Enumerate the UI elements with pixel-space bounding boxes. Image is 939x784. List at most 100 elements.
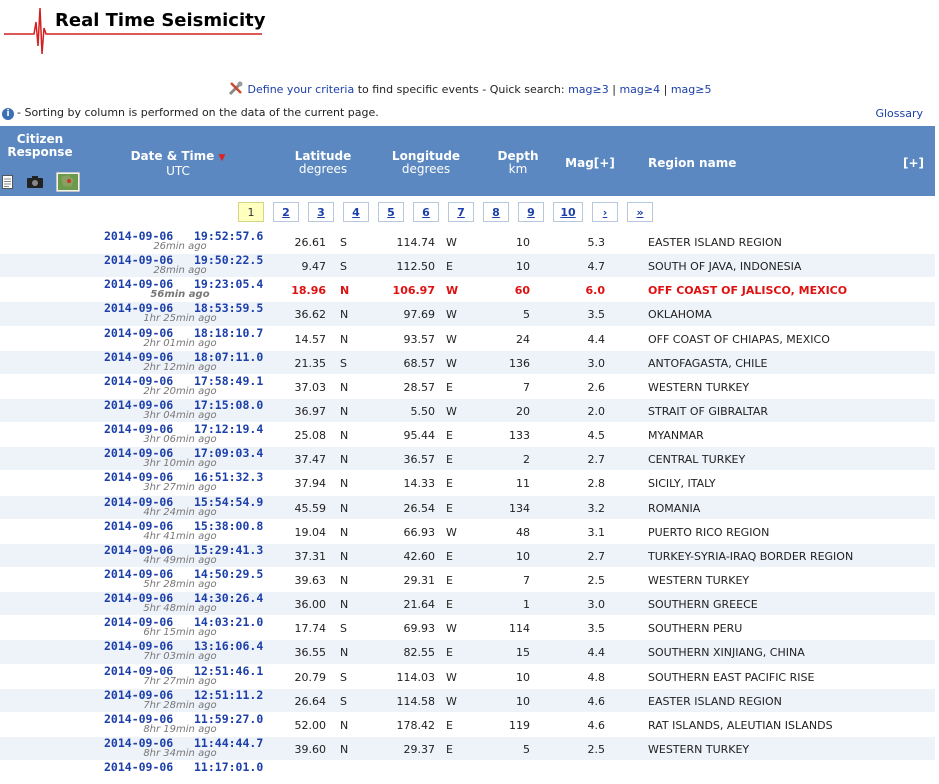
event-region: STRAIT OF GIBRALTAR	[648, 404, 769, 418]
event-lon-hemisphere: W	[446, 670, 457, 684]
page-link[interactable]: 6	[413, 202, 439, 222]
event-magnitude: 2.0	[587, 404, 606, 418]
page-link[interactable]: 3	[308, 202, 334, 222]
page-link[interactable]: 2	[273, 202, 299, 222]
page-link[interactable]: 5	[378, 202, 404, 222]
event-magnitude: 3.5	[587, 622, 606, 636]
event-magnitude: 4.4	[587, 332, 606, 346]
table-row[interactable]: 2014-09-06 12:51:46.1 7hr 27min ago 20.79 S…	[0, 663, 935, 688]
table-row[interactable]: 2014-09-06 11:44:44.7 8hr 34min ago 39.60 N…	[0, 735, 935, 761]
event-latitude: 37.47	[294, 453, 327, 467]
event-age: 3hr 06min ago	[143, 434, 217, 446]
next-page-button[interactable]: ›	[592, 202, 618, 222]
col-longitude[interactable]: Longitude degrees	[381, 150, 471, 176]
table-row[interactable]: 2014-09-06 18:53:59.5 1hr 25min ago 36.62 N…	[0, 301, 935, 326]
event-age: 3hr 04min ago	[143, 409, 217, 421]
table-row[interactable]: 2014-09-06 14:30:26.4 5hr 48min ago 36.00 N…	[0, 591, 935, 616]
table-row[interactable]: 2014-09-06 19:52:57.6 26min ago 26.61 S 114.…	[0, 229, 935, 253]
col-latitude[interactable]: Latitude degrees	[283, 150, 363, 176]
event-magnitude: 3.0	[587, 356, 606, 370]
col-lon-sub: degrees	[401, 162, 451, 176]
event-latitude: 36.62	[294, 308, 327, 322]
page-link[interactable]: 4	[343, 202, 369, 222]
site-logo[interactable]: Real Time Seismicity	[0, 0, 280, 60]
event-lat-hemisphere: N	[340, 453, 349, 467]
event-magnitude: 4.6	[587, 718, 606, 732]
event-lon-hemisphere: E	[446, 742, 453, 756]
event-lat-hemisphere: N	[340, 477, 349, 491]
quick-mag4-link[interactable]: mag≥4	[619, 83, 660, 96]
table-row[interactable]: 2014-09-06 17:12:19.4 3hr 06min ago 25.08 N…	[0, 422, 935, 446]
table-row[interactable]: 2014-09-06 12:51:11.2 7hr 28min ago 26.64 S…	[0, 687, 935, 712]
event-longitude: 114.58	[396, 694, 436, 708]
event-longitude: 97.69	[403, 308, 436, 322]
event-depth: 5	[523, 742, 530, 756]
event-latitude: 19.04	[294, 525, 327, 539]
event-lat-hemisphere: N	[340, 308, 349, 322]
event-region: SOUTHERN XINJIANG, CHINA	[648, 646, 805, 660]
col-date-time[interactable]: Date & Time ▼ UTC	[118, 150, 238, 178]
event-lat-hemisphere: N	[340, 525, 349, 539]
event-lat-hemisphere: S	[340, 260, 347, 274]
event-datetime-link[interactable]: 2014-09-06 11:17:01.0	[104, 761, 263, 773]
event-age: 26min ago	[153, 241, 207, 252]
event-latitude: 18.96	[291, 284, 326, 298]
event-lon-hemisphere: E	[446, 718, 453, 732]
event-age: 4hr 49min ago	[143, 554, 217, 566]
event-latitude: 36.55	[294, 646, 327, 660]
criteria-text: to find specific events - Quick search:	[357, 83, 565, 96]
table-row[interactable]: 2014-09-06 13:16:06.4 7hr 03min ago 36.55 N…	[0, 639, 935, 664]
glossary-link[interactable]: Glossary	[875, 107, 923, 120]
map-icon[interactable]	[55, 171, 81, 195]
expand-columns-button[interactable]: [+]	[896, 157, 931, 170]
table-row[interactable]: 2014-09-06 15:29:41.3 4hr 49min ago 37.31 N…	[0, 542, 935, 567]
event-longitude: 95.44	[403, 429, 436, 443]
table-row[interactable]: 2014-09-06 15:54:54.9 4hr 24min ago 45.59 N…	[0, 494, 935, 519]
event-lat-hemisphere: N	[340, 284, 350, 298]
event-latitude: 21.35	[294, 356, 327, 370]
event-age: 2hr 01min ago	[143, 337, 217, 349]
table-row[interactable]: 2014-09-06 15:38:00.8 4hr 41min ago 19.04 N…	[0, 518, 935, 543]
table-row[interactable]: 2014-09-06 11:17:01.0	[0, 760, 935, 784]
citizen-response-icons	[0, 171, 81, 195]
table-row[interactable]: 2014-09-06 17:15:08.0 3hr 04min ago 36.97 N…	[0, 397, 935, 423]
event-age: 2hr 20min ago	[143, 385, 217, 397]
event-longitude: 93.57	[403, 332, 436, 346]
table-row[interactable]: 2014-09-06 18:07:11.0 2hr 12min ago 21.35 S…	[0, 349, 935, 374]
table-row[interactable]: 2014-09-06 19:23:05.4 56min ago 18.96 N 106.…	[0, 277, 935, 301]
col-depth[interactable]: Depth km	[488, 150, 548, 176]
table-row[interactable]: 2014-09-06 14:50:29.5 5hr 28min ago 39.63 N…	[0, 566, 935, 591]
table-row[interactable]: 2014-09-06 17:09:03.4 3hr 10min ago 37.47 N…	[0, 446, 935, 471]
col-magnitude[interactable]: Mag[+]	[560, 157, 620, 170]
page-link[interactable]: 7	[448, 202, 474, 222]
last-page-button[interactable]: »	[627, 202, 653, 222]
page-link[interactable]: 10	[553, 202, 583, 222]
table-row[interactable]: 2014-09-06 19:50:22.5 28min ago 9.47 S 112.5…	[0, 253, 935, 278]
table-row[interactable]: 2014-09-06 17:58:49.1 2hr 20min ago 37.03 N…	[0, 373, 935, 398]
event-lat-hemisphere: N	[340, 742, 349, 756]
sorting-note-text: - Sorting by column is performed on the …	[17, 106, 379, 119]
define-criteria-link[interactable]: Define your criteria	[248, 83, 355, 96]
event-magnitude: 2.6	[587, 380, 606, 394]
camera-icon[interactable]	[26, 176, 43, 191]
event-longitude: 14.33	[403, 477, 436, 491]
page-link[interactable]: 9	[518, 202, 544, 222]
page-link[interactable]: 8	[483, 202, 509, 222]
event-magnitude: 4.5	[587, 429, 606, 443]
col-region[interactable]: Region name	[648, 157, 748, 170]
table-row[interactable]: 2014-09-06 18:18:10.7 2hr 01min ago 14.57 N…	[0, 325, 935, 350]
quick-mag3-link[interactable]: mag≥3	[568, 83, 609, 96]
table-row[interactable]: 2014-09-06 14:03:21.0 6hr 15min ago 17.74 S…	[0, 615, 935, 639]
table-row[interactable]: 2014-09-06 16:51:32.3 3hr 27min ago 37.94 N…	[0, 470, 935, 494]
document-icon[interactable]	[2, 175, 13, 192]
event-lon-hemisphere: W	[446, 308, 457, 322]
event-longitude: 82.55	[403, 646, 436, 660]
event-longitude: 29.31	[403, 573, 436, 587]
event-longitude: 112.50	[396, 260, 436, 274]
event-longitude: 28.57	[403, 380, 436, 394]
table-row[interactable]: 2014-09-06 11:59:27.0 8hr 19min ago 52.00 N…	[0, 711, 935, 736]
event-lon-hemisphere: W	[446, 622, 457, 636]
quick-mag5-link[interactable]: mag≥5	[671, 83, 712, 96]
sorting-note: i- Sorting by column is performed on the…	[2, 106, 379, 120]
event-depth: 10	[516, 670, 530, 684]
